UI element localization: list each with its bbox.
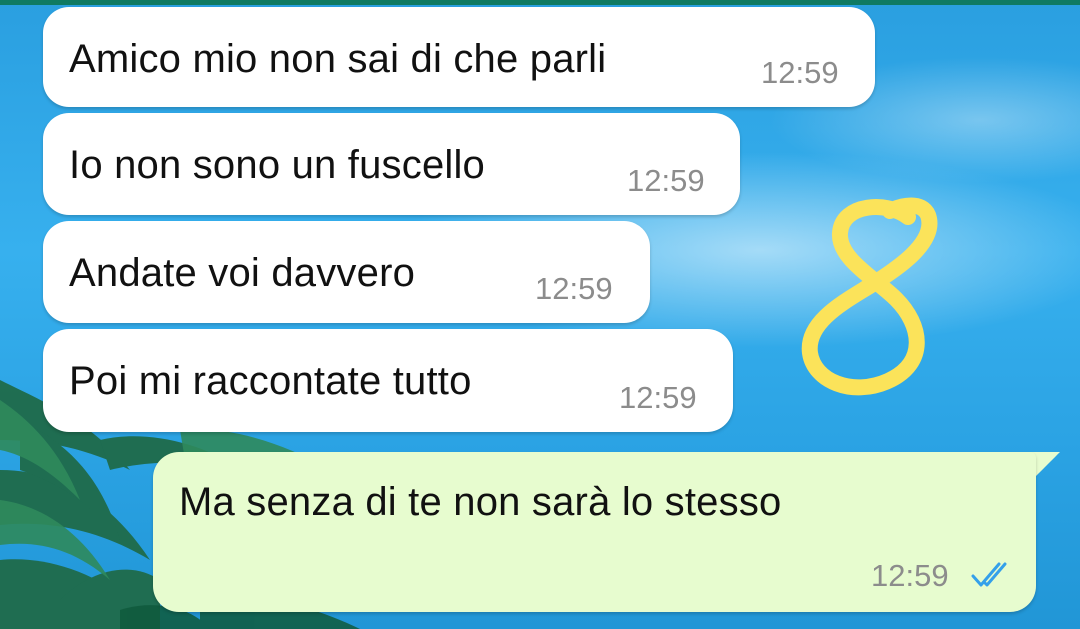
message-text: Amico mio non sai di che parli (69, 37, 607, 81)
top-app-bar-edge (0, 0, 1080, 5)
message-timestamp: 12:59 (627, 163, 705, 198)
double-check-read-icon (971, 562, 1007, 587)
message-timestamp: 12:59 (619, 380, 697, 415)
message-timestamp: 12:59 (871, 558, 949, 593)
incoming-message-bubble[interactable]: Amico mio non sai di che parli 12:59 (43, 7, 875, 107)
outgoing-message-bubble[interactable]: Ma senza di te non sarà lo stesso 12:59 (153, 452, 1036, 612)
message-text: Andate voi davvero (69, 251, 416, 295)
incoming-message-bubble[interactable]: Andate voi davvero 12:59 (43, 221, 650, 323)
message-timestamp: 12:59 (761, 55, 839, 90)
message-timestamp: 12:59 (535, 271, 613, 306)
message-text: Ma senza di te non sarà lo stesso (179, 480, 782, 524)
message-text: Poi mi raccontate tutto (69, 359, 472, 403)
incoming-message-bubble[interactable]: Io non sono un fuscello 12:59 (43, 113, 740, 215)
handwritten-eight-annotation (801, 197, 938, 396)
message-text: Io non sono un fuscello (69, 143, 486, 187)
incoming-message-bubble[interactable]: Poi mi raccontate tutto 12:59 (43, 329, 733, 432)
